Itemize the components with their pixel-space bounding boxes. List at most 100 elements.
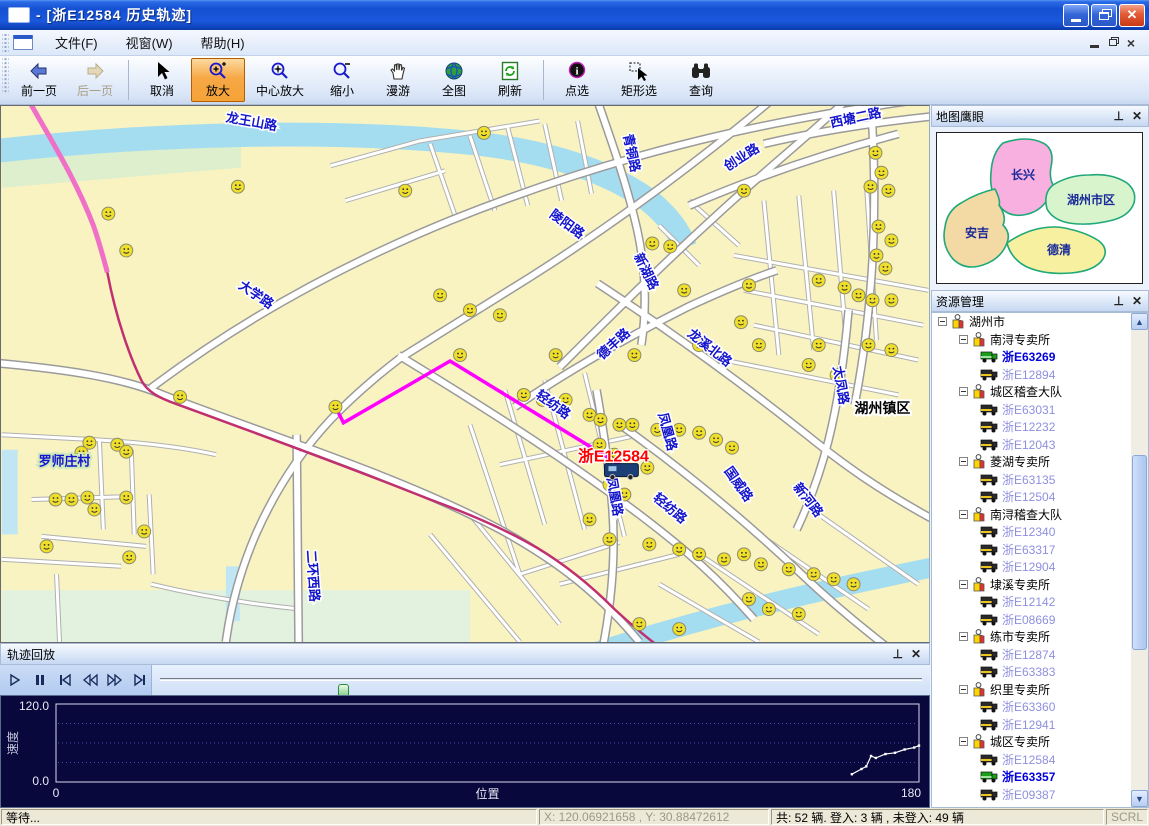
tree-group-row[interactable]: 城区稽查大队 xyxy=(932,383,1132,401)
vehicle-marker-smiley[interactable] xyxy=(870,249,883,262)
vehicle-marker-smiley[interactable] xyxy=(812,274,825,287)
vehicle-marker-smiley[interactable] xyxy=(885,344,898,357)
tool-point-select-button[interactable]: i点选 xyxy=(550,58,604,102)
vehicle-marker-smiley[interactable] xyxy=(673,543,686,556)
vehicle-marker-smiley[interactable] xyxy=(762,603,775,616)
vehicle-marker-smiley[interactable] xyxy=(742,593,755,606)
playback-step-end-button[interactable] xyxy=(128,668,151,692)
vehicle-marker-smiley[interactable] xyxy=(879,262,892,275)
tree-expand-box[interactable] xyxy=(959,737,968,746)
tree-vehicle-row[interactable]: 浙E63031 xyxy=(932,401,1132,419)
playback-rewind-button[interactable] xyxy=(78,668,101,692)
vehicle-marker-smiley[interactable] xyxy=(802,359,815,372)
tree-vehicle-row[interactable]: 浙E12941 xyxy=(932,716,1132,734)
pin-icon[interactable]: ⊥ xyxy=(1113,110,1123,122)
pin-icon[interactable]: ⊥ xyxy=(892,648,902,660)
vehicle-marker-smiley[interactable] xyxy=(493,309,506,322)
tree-group-row[interactable]: 南浔专卖所 xyxy=(932,331,1132,349)
vehicle-marker-smiley[interactable] xyxy=(726,441,739,454)
tree-group-row[interactable]: 埭溪专卖所 xyxy=(932,576,1132,594)
vehicle-marker-smiley[interactable] xyxy=(583,513,596,526)
tree-expand-box[interactable] xyxy=(959,685,968,694)
vehicle-marker-smiley[interactable] xyxy=(603,533,616,546)
tree-vehicle-row[interactable]: 浙E12904 xyxy=(932,558,1132,576)
vehicle-marker-smiley[interactable] xyxy=(88,503,101,516)
mdi-minimize-icon[interactable] xyxy=(1090,45,1099,48)
vehicle-marker-smiley[interactable] xyxy=(628,349,641,362)
vehicle-marker-smiley[interactable] xyxy=(40,540,53,553)
tree-expand-box[interactable] xyxy=(959,632,968,641)
vehicle-marker-smiley[interactable] xyxy=(613,418,626,431)
vehicle-marker-smiley[interactable] xyxy=(646,237,659,250)
vehicle-marker-smiley[interactable] xyxy=(885,234,898,247)
vehicle-marker-smiley[interactable] xyxy=(864,180,877,193)
vehicle-marker-smiley[interactable] xyxy=(434,289,447,302)
tree-expand-box[interactable] xyxy=(959,387,968,396)
tool-binoculars-button[interactable]: 查询 xyxy=(674,58,728,102)
tree-expand-box[interactable] xyxy=(959,457,968,466)
vehicle-marker-smiley[interactable] xyxy=(633,618,646,631)
tool-zoom-center-button[interactable]: 中心放大 xyxy=(247,58,313,102)
mdi-restore-icon[interactable] xyxy=(1109,39,1117,46)
close-icon[interactable]: ✕ xyxy=(911,648,921,660)
vehicle-marker-smiley[interactable] xyxy=(693,426,706,439)
vehicle-marker-smiley[interactable] xyxy=(65,493,78,506)
vehicle-marker-smiley[interactable] xyxy=(120,491,133,504)
tree-vehicle-row[interactable]: 浙E09387 xyxy=(932,786,1132,804)
tree-group-row[interactable]: 南浔稽查大队 xyxy=(932,506,1132,524)
tree-vehicle-row[interactable]: 浙E63383 xyxy=(932,663,1132,681)
vehicle-marker-smiley[interactable] xyxy=(673,623,686,636)
tree-vehicle-row[interactable]: 浙E12232 xyxy=(932,418,1132,436)
close-icon[interactable]: ✕ xyxy=(1132,295,1142,307)
tool-zoom-out-button[interactable]: 缩小 xyxy=(315,58,369,102)
tool-zoom-in-button[interactable]: 放大 xyxy=(191,58,245,102)
vehicle-marker-smiley[interactable] xyxy=(594,413,607,426)
tree-vehicle-row[interactable]: 浙E12874 xyxy=(932,646,1132,664)
tree-vehicle-row[interactable]: 浙E63269 xyxy=(932,348,1132,366)
restore-button[interactable] xyxy=(1091,4,1117,27)
tree-vehicle-row[interactable]: 浙E12142 xyxy=(932,593,1132,611)
vehicle-marker-smiley[interactable] xyxy=(49,493,62,506)
vehicle-marker-smiley[interactable] xyxy=(737,184,750,197)
vehicle-marker-smiley[interactable] xyxy=(549,349,562,362)
vehicle-marker-smiley[interactable] xyxy=(869,146,882,159)
playback-play-button[interactable] xyxy=(4,668,27,692)
vehicle-marker-smiley[interactable] xyxy=(872,220,885,233)
vehicle-marker-smiley[interactable] xyxy=(102,207,115,220)
vehicle-marker-smiley[interactable] xyxy=(862,339,875,352)
tree-vehicle-row[interactable]: 浙E63360 xyxy=(932,698,1132,716)
vehicle-marker-smiley[interactable] xyxy=(754,558,767,571)
tool-rect-select-button[interactable]: 矩形选 xyxy=(606,58,672,102)
tree-group-row[interactable]: 菱湖专卖所 xyxy=(932,453,1132,471)
playback-pause-button[interactable] xyxy=(29,668,52,692)
overview-map[interactable]: 长兴湖州市区安吉德清 xyxy=(936,132,1143,284)
tool-arrow-right-button[interactable]: 后一页 xyxy=(68,58,122,102)
tree-vehicle-row[interactable]: 浙E63317 xyxy=(932,541,1132,559)
vehicle-marker-smiley[interactable] xyxy=(464,304,477,317)
tree-root-city[interactable]: 湖州市 xyxy=(932,313,1132,331)
vehicle-marker-smiley[interactable] xyxy=(174,390,187,403)
vehicle-marker-smiley[interactable] xyxy=(734,316,747,329)
vehicle-marker-smiley[interactable] xyxy=(81,491,94,504)
map-canvas[interactable]: 龙王山路青铜路陵阳路创业路西塘二路新湖路大学路德丰路龙溪北路轻纺路轻纺路凤凰路凤… xyxy=(0,105,930,643)
tree-group-row[interactable]: 练市专卖所 xyxy=(932,628,1132,646)
tree-vehicle-row[interactable]: 浙E12584 xyxy=(932,751,1132,769)
vehicle-marker-smiley[interactable] xyxy=(454,349,467,362)
menu-item-2[interactable]: 帮助(H) xyxy=(187,29,259,56)
tree-vehicle-row[interactable]: 浙E12504 xyxy=(932,488,1132,506)
tree-vehicle-row[interactable]: 浙E63357 xyxy=(932,768,1132,786)
vehicle-marker-smiley[interactable] xyxy=(120,244,133,257)
scroll-up-button[interactable]: ▲ xyxy=(1131,313,1148,330)
vehicle-marker-smiley[interactable] xyxy=(807,568,820,581)
tree-vehicle-row[interactable]: 浙E63135 xyxy=(932,471,1132,489)
tool-cursor-button[interactable]: 取消 xyxy=(135,58,189,102)
tree-expand-box[interactable] xyxy=(959,510,968,519)
toolbar-grip[interactable] xyxy=(2,56,9,94)
tree-expand-box[interactable] xyxy=(959,580,968,589)
vehicle-marker-smiley[interactable] xyxy=(882,184,895,197)
menu-item-0[interactable]: 文件(F) xyxy=(41,29,112,56)
vehicle-marker-smiley[interactable] xyxy=(123,551,136,564)
mdi-close-icon[interactable]: × xyxy=(1127,38,1135,48)
vehicle-marker-smiley[interactable] xyxy=(812,339,825,352)
vehicle-marker-smiley[interactable] xyxy=(477,126,490,139)
